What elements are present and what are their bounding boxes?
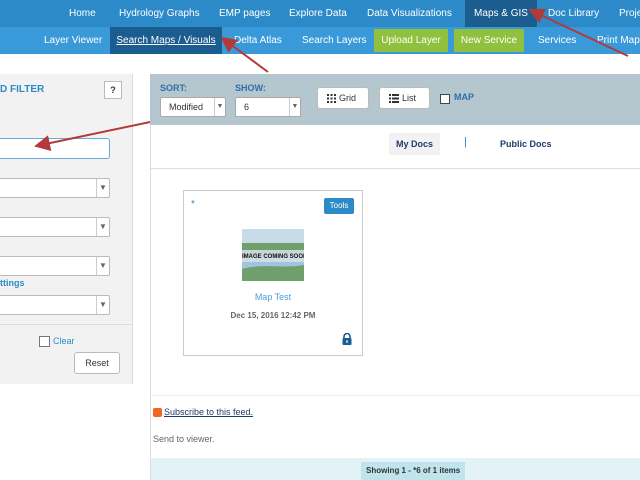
nav-data-visualizations[interactable]: Data Visualizations bbox=[367, 0, 452, 27]
tab-my-docs[interactable]: My Docs bbox=[389, 133, 441, 155]
sort-value: Modified bbox=[169, 102, 204, 112]
show-label: SHOW: bbox=[235, 83, 266, 93]
chevron-down-icon: ▼ bbox=[96, 218, 109, 236]
results-footer: Showing 1 - *6 of 1 items bbox=[151, 458, 640, 480]
subnav-services[interactable]: Services bbox=[538, 27, 576, 54]
subnav-upload-layer[interactable]: Upload Layer bbox=[374, 29, 448, 52]
subnav-delta-atlas[interactable]: Delta Atlas bbox=[234, 27, 282, 54]
grid-label: Grid bbox=[339, 93, 357, 103]
subnav-layer-viewer[interactable]: Layer Viewer bbox=[44, 27, 102, 54]
nav-hydrology-graphs[interactable]: Hydrology Graphs bbox=[119, 0, 200, 27]
divider bbox=[0, 324, 132, 325]
subnav-search-maps-visuals[interactable]: Search Maps / Visuals bbox=[110, 27, 222, 54]
search-input[interactable] bbox=[0, 138, 110, 159]
tools-button[interactable]: Tools bbox=[324, 198, 354, 214]
clear-checkbox[interactable] bbox=[39, 336, 50, 347]
divider bbox=[151, 168, 640, 169]
tab-public-docs[interactable]: Public Docs bbox=[500, 133, 552, 155]
send-to-viewer-text: Send to viewer. bbox=[153, 434, 215, 444]
chevron-down-icon: ▼ bbox=[289, 98, 300, 116]
lock-icon bbox=[342, 333, 352, 345]
sub-navigation: Layer Viewer Search Maps / Visuals Delta… bbox=[0, 27, 640, 54]
tab-separator: | bbox=[464, 136, 467, 148]
filter-title: D FILTER bbox=[0, 84, 45, 95]
chevron-down-icon: ▼ bbox=[96, 296, 109, 314]
nav-home[interactable]: Home bbox=[69, 0, 96, 27]
help-button[interactable]: ? bbox=[104, 81, 122, 99]
subnav-print-map[interactable]: Print Map bbox=[597, 27, 640, 54]
thumbnail-caption: IMAGE COMING SOON bbox=[242, 254, 304, 260]
rss-icon bbox=[153, 408, 162, 417]
star-icon: * bbox=[191, 199, 195, 210]
nav-maps-gis[interactable]: Maps & GIS bbox=[465, 0, 537, 27]
show-value: 6 bbox=[244, 102, 250, 112]
settings-label: ttings bbox=[0, 278, 25, 288]
clear-link[interactable]: Clear bbox=[53, 336, 75, 346]
grid-icon bbox=[327, 94, 336, 103]
filter-select-1[interactable]: ▼ bbox=[0, 178, 110, 198]
reset-button[interactable]: Reset bbox=[74, 352, 120, 374]
filter-select-3[interactable]: ▼ bbox=[0, 256, 110, 276]
list-label: List bbox=[402, 93, 417, 103]
chevron-down-icon: ▼ bbox=[96, 257, 109, 275]
doc-tabs: My Docs | Public Docs bbox=[151, 133, 640, 169]
chevron-down-icon: ▼ bbox=[214, 98, 225, 116]
nav-emp-pages[interactable]: EMP pages bbox=[219, 0, 271, 27]
nav-projects[interactable]: Proje bbox=[619, 0, 640, 27]
chevron-down-icon: ▼ bbox=[96, 179, 109, 197]
filter-panel: D FILTER ? ▼ ▼ ▼ ttings ▼ Clear Reset bbox=[0, 74, 133, 384]
sort-label: SORT: bbox=[160, 83, 187, 93]
filter-select-4[interactable]: ▼ bbox=[0, 295, 110, 315]
map-card[interactable]: * Tools IMAGE COMING SOON Map Test Dec 1… bbox=[183, 190, 363, 356]
subscribe-link[interactable]: Subscribe to this feed. bbox=[164, 407, 253, 417]
subnav-new-service[interactable]: New Service bbox=[454, 29, 524, 52]
nav-explore-data[interactable]: Explore Data bbox=[289, 0, 347, 27]
results-toolbar: SORT: Modified ▼ SHOW: 6 ▼ Grid List MAP bbox=[150, 74, 640, 125]
sort-select[interactable]: Modified ▼ bbox=[160, 97, 226, 117]
divider bbox=[151, 395, 640, 396]
subnav-search-layers[interactable]: Search Layers bbox=[302, 27, 366, 54]
list-icon bbox=[389, 94, 399, 103]
map-label[interactable]: MAP bbox=[454, 92, 474, 102]
show-select[interactable]: 6 ▼ bbox=[235, 97, 301, 117]
top-navigation: Home Hydrology Graphs EMP pages Explore … bbox=[0, 0, 640, 27]
nav-doc-library[interactable]: Doc Library bbox=[548, 0, 599, 27]
map-date: Dec 15, 2016 12:42 PM bbox=[230, 311, 316, 320]
grid-view-button[interactable]: Grid bbox=[317, 87, 369, 109]
showing-count: Showing 1 - *6 of 1 items bbox=[361, 462, 466, 480]
list-view-button[interactable]: List bbox=[379, 87, 430, 109]
map-title-link[interactable]: Map Test bbox=[184, 292, 362, 302]
results-content: My Docs | Public Docs * Tools IMAGE COMI… bbox=[150, 125, 640, 480]
filter-select-2[interactable]: ▼ bbox=[0, 217, 110, 237]
map-checkbox[interactable] bbox=[440, 94, 450, 104]
